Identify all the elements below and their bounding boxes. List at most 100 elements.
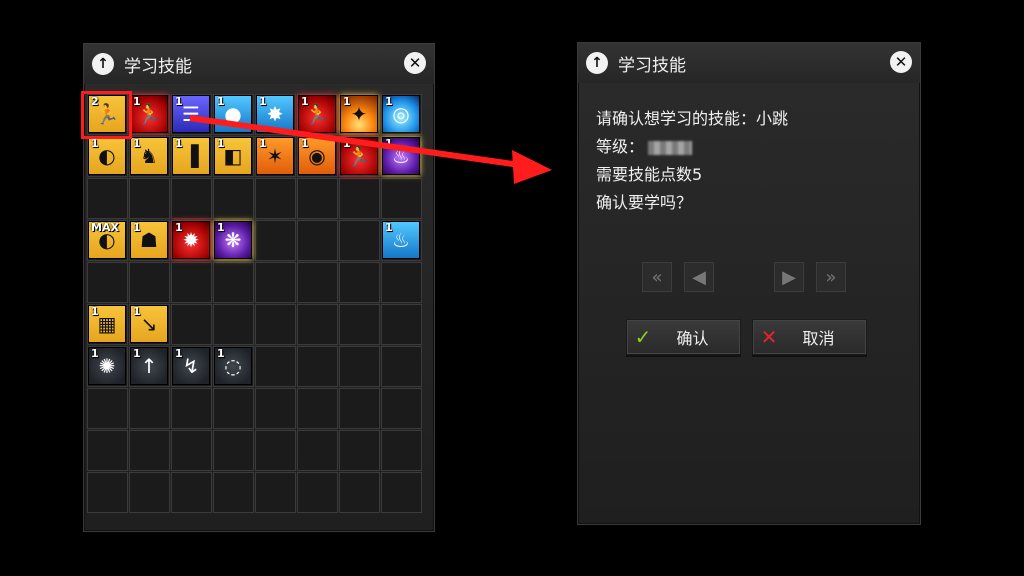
skill-slot [171,430,212,471]
skill-slot [297,178,338,219]
skill-level-badge: 1 [133,305,141,318]
skill-slot [255,220,296,261]
skill-slot [339,178,380,219]
skill-icon[interactable]: ▐ 1 [172,137,210,175]
skill-icon[interactable]: 🏃 1 [130,95,168,133]
skill-glyph-icon: ◉ [308,144,326,168]
skill-slot [297,430,338,471]
skill-icon[interactable]: ✦ 1 [340,95,378,133]
skill-slot [255,430,296,471]
skill-glyph-icon: ◌ [224,354,242,378]
skill-slot [171,388,212,429]
skill-glyph-icon: ✹ [182,228,200,252]
cancel-button-label: 取消 [802,329,835,348]
skill-icon[interactable]: ♞ 1 [130,137,168,175]
skill-icon[interactable]: 🏃 1 [298,95,336,133]
skill-icon[interactable]: ↑ 1 [130,347,168,385]
skill-level-badge: 1 [301,137,309,150]
skill-slot [381,388,422,429]
skill-slot [87,388,128,429]
skill-slot [129,262,170,303]
skill-slot [339,430,380,471]
skill-glyph-icon: ❋ [224,228,242,252]
skill-icon[interactable]: ☰ 1 [172,95,210,133]
first-page-button[interactable]: « [642,262,672,292]
confirm-button[interactable]: ✓ 确认 [626,319,741,355]
level-line: 等级： [596,133,788,161]
skill-slot [381,178,422,219]
skill-glyph-icon: ♨ [392,228,410,252]
skill-icon[interactable]: ◉ 1 [298,137,336,175]
skill-slot [339,262,380,303]
skill-slot [171,178,212,219]
skill-level-badge: 1 [217,137,225,150]
skill-glyph-icon: ♨ [392,144,410,168]
skill-icon[interactable]: ♨ 1 [382,137,420,175]
arrow-up-icon[interactable]: ↑ [586,52,608,74]
skill-icon[interactable]: ↯ 1 [172,347,210,385]
skill-icon[interactable]: ◎ 1 [382,95,420,133]
skill-slot [129,472,170,513]
skill-slot [255,178,296,219]
skill-icon[interactable]: ◌ 1 [214,347,252,385]
skill-icon[interactable]: ◐ MAX [88,221,126,259]
confirm-window-header: ↑ 学习技能 ✕ [578,43,920,83]
skill-level-badge: 1 [343,95,351,108]
skill-slot [381,430,422,471]
skill-glyph-icon: ● [224,102,242,126]
skill-icon[interactable]: ✹ 1 [172,221,210,259]
arrow-head [512,150,552,184]
skill-slot [213,430,254,471]
skill-icon[interactable]: ◧ 1 [214,137,252,175]
cancel-button[interactable]: ✕ 取消 [752,319,867,355]
skill-icon[interactable]: ◐ 1 [88,137,126,175]
skill-glyph-icon: ✶ [266,144,284,168]
skill-slot [339,220,380,261]
skill-icon[interactable]: 🏃 2 [88,95,126,133]
skill-name-line: 请确认想学习的技能：小跳 [596,109,789,128]
skill-slot [297,472,338,513]
skill-glyph-icon: ↘ [140,312,158,336]
skill-glyph-icon: ▦ [97,312,117,336]
confirm-button-label: 确认 [676,329,709,348]
skill-slot [213,262,254,303]
skill-icon[interactable]: ✶ 1 [256,137,294,175]
close-icon[interactable]: ✕ [404,52,426,74]
skill-icon[interactable]: ▦ 1 [88,305,126,343]
skill-icon[interactable]: ↘ 1 [130,305,168,343]
skill-icon[interactable]: ✺ 1 [88,347,126,385]
next-page-button[interactable]: ▶ [774,262,804,292]
arrow-up-icon[interactable]: ↑ [92,53,114,75]
skill-glyph-icon: ✸ [266,102,284,126]
skill-icon[interactable]: ♨ 1 [382,221,420,259]
skill-icon[interactable]: ● 1 [214,95,252,133]
skill-slot [381,304,422,345]
skill-slot [87,472,128,513]
skill-glyph-icon: ♞ [140,144,158,168]
skill-slot [87,430,128,471]
skill-icon[interactable]: 🏃 1 [340,137,378,175]
skill-points-line: 需要技能点数5 [596,165,703,184]
skill-glyph-icon: ☗ [140,228,158,252]
checkmark-icon: ✓ [634,325,652,349]
skill-level-badge: 1 [133,347,141,360]
skill-slot [339,472,380,513]
skill-icon[interactable]: ✸ 1 [256,95,294,133]
skill-slot [339,304,380,345]
skill-level-badge: 1 [343,137,351,150]
skill-icon[interactable]: ☗ 1 [130,221,168,259]
skill-window-header: ↑ 学习技能 ✕ [84,44,434,84]
skill-level-badge: 1 [217,95,225,108]
last-page-button[interactable]: » [816,262,846,292]
skill-slot [171,262,212,303]
skill-slot [129,388,170,429]
skill-slot [297,304,338,345]
close-icon[interactable]: ✕ [890,51,912,73]
skill-slot [297,346,338,387]
skill-icon[interactable]: ❋ 1 [214,221,252,259]
skill-slot [171,304,212,345]
skill-grid: 🏃 2 🏃 1 ☰ 1 ● 1 ✸ 1 🏃 1 ✦ 1 ◎ 1 ◐ 1 ♞ 1 ▐ 1 ◧ 1 ✶ 1 ◉ 1 🏃 1 ♨ 1 ◐ MAX ☗ 1 ✹ 1… [87,94,427,524]
prev-page-button[interactable]: ◀ [684,262,714,292]
skill-level-badge: 1 [259,137,267,150]
level-label: 等级： [596,137,645,156]
